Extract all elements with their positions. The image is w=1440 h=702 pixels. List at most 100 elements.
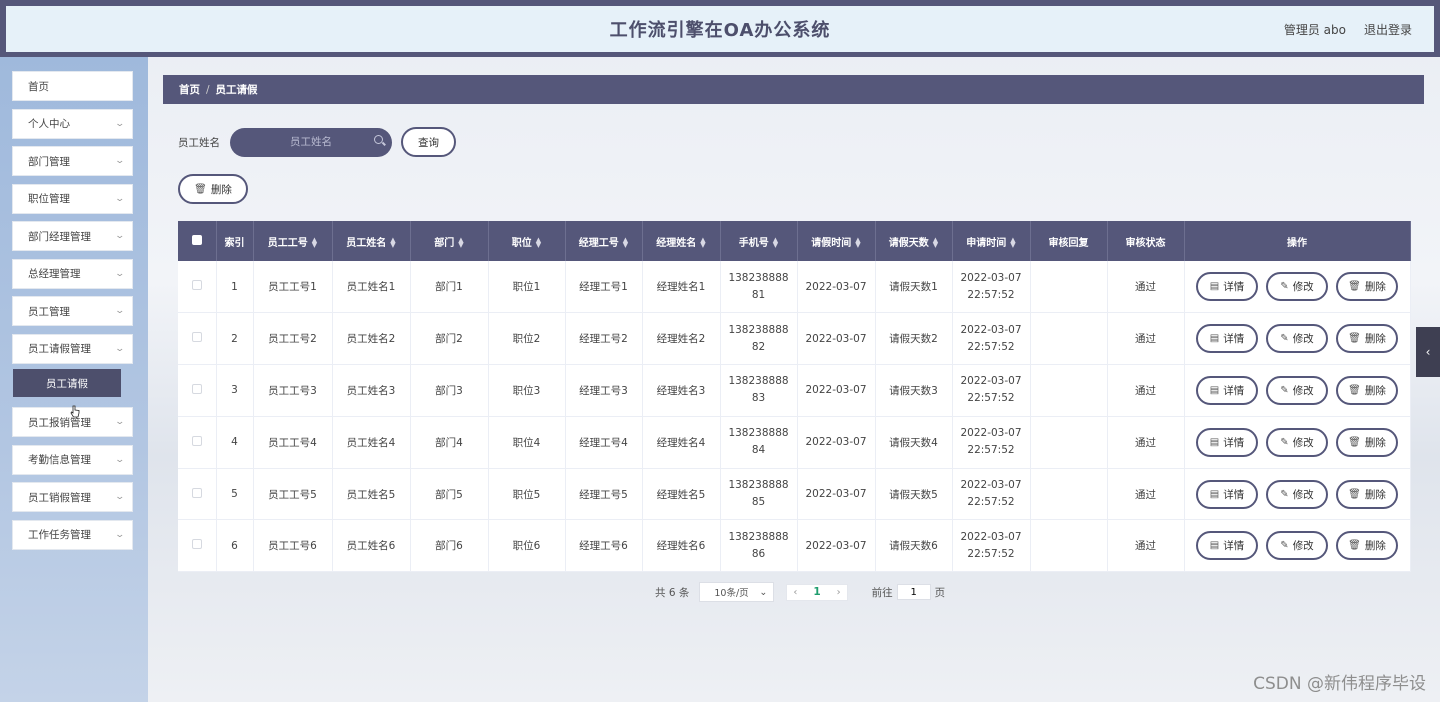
edit-button[interactable]: ✎ 修改 xyxy=(1266,427,1328,457)
column-header-label: 员工姓名 xyxy=(346,237,387,249)
cell-text: 职位2 xyxy=(512,333,541,346)
sort-icon[interactable]: ▲ ▼ xyxy=(536,236,541,248)
detail-button[interactable]: ▤ 详情 xyxy=(1196,375,1258,405)
sort-icon[interactable]: ▲ ▼ xyxy=(390,236,395,248)
prev-page-icon[interactable]: ‹ xyxy=(793,587,797,598)
sort-icon[interactable]: ▲ ▼ xyxy=(1010,236,1015,248)
phone-part-1: 138238888 xyxy=(728,375,789,388)
side-collapse-tab[interactable]: ‹ xyxy=(1416,327,1440,377)
delete-button[interactable]: 🗑 删除 xyxy=(1336,375,1398,405)
cell-text: 5 xyxy=(231,488,238,501)
search-icon[interactable] xyxy=(374,134,383,144)
sort-icon[interactable]: ▲ ▼ xyxy=(933,236,938,248)
edit-button[interactable]: ✎ 修改 xyxy=(1266,531,1328,561)
chevron-down-icon: ⌄ xyxy=(114,306,126,316)
column-header[interactable]: 职位 ▲ ▼ xyxy=(488,221,566,261)
column-header[interactable]: 员工姓名 ▲ ▼ xyxy=(332,221,411,261)
detail-button[interactable]: ▤ 详情 xyxy=(1196,324,1258,354)
sidebar-item[interactable]: 部门经理管理 ⌄ xyxy=(12,221,133,251)
sidebar-item[interactable]: 部门管理 ⌄ xyxy=(12,146,133,176)
select-all-checkbox[interactable] xyxy=(191,234,202,245)
phone-part-1: 138238888 xyxy=(728,427,789,440)
batch-delete-button[interactable]: 🗑 删除 xyxy=(178,174,248,204)
search-box xyxy=(230,127,392,157)
sort-icon[interactable]: ▲ ▼ xyxy=(458,236,463,248)
column-header: 索引 xyxy=(216,221,254,261)
user-label[interactable]: 管理员 abo xyxy=(1284,21,1346,38)
next-page-icon[interactable]: › xyxy=(837,587,841,598)
cell-actions: ▤ 详情 ✎ 修改 🗑 删除 xyxy=(1184,364,1411,417)
cell-mgr-no: 经理工号6 xyxy=(565,519,643,573)
table-row: 2 员工工号2 员工姓名2 部门2 职位2 经理工号2 经理姓名2 138238888 82 20… xyxy=(178,312,1411,366)
edit-button[interactable]: ✎ 修改 xyxy=(1266,375,1328,405)
detail-button[interactable]: ▤ 详情 xyxy=(1196,272,1258,302)
sort-icon[interactable]: ▲ ▼ xyxy=(773,236,778,248)
delete-button[interactable]: 🗑 删除 xyxy=(1336,272,1398,302)
sort-icon[interactable]: ▲ ▼ xyxy=(312,236,317,248)
sidebar-item[interactable]: 职位管理 ⌄ xyxy=(12,183,133,214)
detail-button[interactable]: ▤ 详情 xyxy=(1196,479,1258,509)
sort-icon[interactable]: ▲ ▼ xyxy=(623,236,628,248)
row-checkbox[interactable] xyxy=(191,280,202,291)
row-checkbox[interactable] xyxy=(191,539,202,550)
sidebar-item[interactable]: 员工管理 ⌄ xyxy=(12,296,133,326)
current-page[interactable]: 1 xyxy=(813,586,820,598)
row-checkbox[interactable] xyxy=(191,383,202,394)
checkbox-cell xyxy=(178,312,217,366)
cell-text: 经理工号2 xyxy=(579,333,628,346)
sidebar-item[interactable]: 总经理管理 ⌄ xyxy=(12,258,133,289)
apply-time: 22:57:52 xyxy=(967,547,1015,560)
column-header[interactable]: 申请时间 ▲ ▼ xyxy=(952,221,1031,261)
cell-text: 员工工号1 xyxy=(268,281,317,294)
logout-link[interactable]: 退出登录 xyxy=(1364,21,1412,38)
cell-days: 请假天数5 xyxy=(875,468,953,521)
column-header[interactable]: 经理工号 ▲ ▼ xyxy=(565,221,643,261)
cell-text: 职位4 xyxy=(512,436,541,449)
breadcrumb-current: 员工请假 xyxy=(215,84,258,96)
sort-icon[interactable]: ▲ ▼ xyxy=(855,236,860,248)
chevron-down-icon: ⌄ xyxy=(114,529,126,540)
sidebar-item[interactable]: 考勤信息管理 ⌄ xyxy=(12,444,133,475)
column-header[interactable]: 经理姓名 ▲ ▼ xyxy=(642,221,721,261)
cell-text: 经理姓名6 xyxy=(656,540,706,553)
cell-reply xyxy=(1030,416,1108,469)
detail-label: 详情 xyxy=(1223,281,1245,294)
sidebar-item[interactable]: 员工销假管理 ⌄ xyxy=(12,482,133,512)
detail-button[interactable]: ▤ 详情 xyxy=(1196,531,1258,561)
cell-phone: 138238888 86 xyxy=(720,519,798,573)
delete-button[interactable]: 🗑 删除 xyxy=(1336,427,1398,457)
edit-button[interactable]: ✎ 修改 xyxy=(1266,324,1328,354)
chevron-down-icon: ⌄ xyxy=(114,156,126,166)
cell-text: 职位5 xyxy=(512,488,541,501)
cell-phone: 138238888 83 xyxy=(720,364,798,417)
sidebar-subitem-active[interactable]: 员工请假 xyxy=(13,369,121,397)
goto-input[interactable] xyxy=(896,584,931,600)
row-checkbox[interactable] xyxy=(191,435,202,446)
column-header[interactable]: 请假时间 ▲ ▼ xyxy=(797,221,876,261)
row-checkbox[interactable] xyxy=(191,487,202,498)
column-header[interactable]: 部门 ▲ ▼ xyxy=(410,221,489,261)
cell-text: 员工姓名1 xyxy=(346,281,396,294)
column-header[interactable]: 请假天数 ▲ ▼ xyxy=(875,221,953,261)
search-input[interactable] xyxy=(256,136,366,148)
sidebar-item[interactable]: 首页 xyxy=(12,71,133,101)
sidebar-item[interactable]: 个人中心 ⌄ xyxy=(12,108,133,139)
query-button[interactable]: 查询 xyxy=(401,127,456,157)
edit-button[interactable]: ✎ 修改 xyxy=(1266,479,1328,509)
sort-icon[interactable]: ▲ ▼ xyxy=(700,236,705,248)
delete-button[interactable]: 🗑 删除 xyxy=(1336,479,1398,509)
delete-button[interactable]: 🗑 删除 xyxy=(1336,324,1398,354)
sidebar-item[interactable]: 工作任务管理 ⌄ xyxy=(12,519,133,550)
trash-icon: 🗑 xyxy=(194,183,207,195)
delete-button[interactable]: 🗑 删除 xyxy=(1336,531,1398,561)
column-header[interactable]: 手机号 ▲ ▼ xyxy=(720,221,798,261)
page-size-select[interactable]: 10条/页 ⌄ xyxy=(699,582,775,602)
cell-apply-time: 2022-03-07 22:57:52 xyxy=(952,416,1031,469)
breadcrumb-home[interactable]: 首页 xyxy=(179,82,200,97)
sidebar-item-label: 部门经理管理 xyxy=(28,230,91,243)
detail-button[interactable]: ▤ 详情 xyxy=(1196,427,1258,457)
sidebar-item[interactable]: 员工请假管理 ⌄ xyxy=(12,333,133,364)
row-checkbox[interactable] xyxy=(191,332,202,343)
edit-button[interactable]: ✎ 修改 xyxy=(1266,272,1328,302)
column-header[interactable]: 员工工号 ▲ ▼ xyxy=(253,221,333,261)
